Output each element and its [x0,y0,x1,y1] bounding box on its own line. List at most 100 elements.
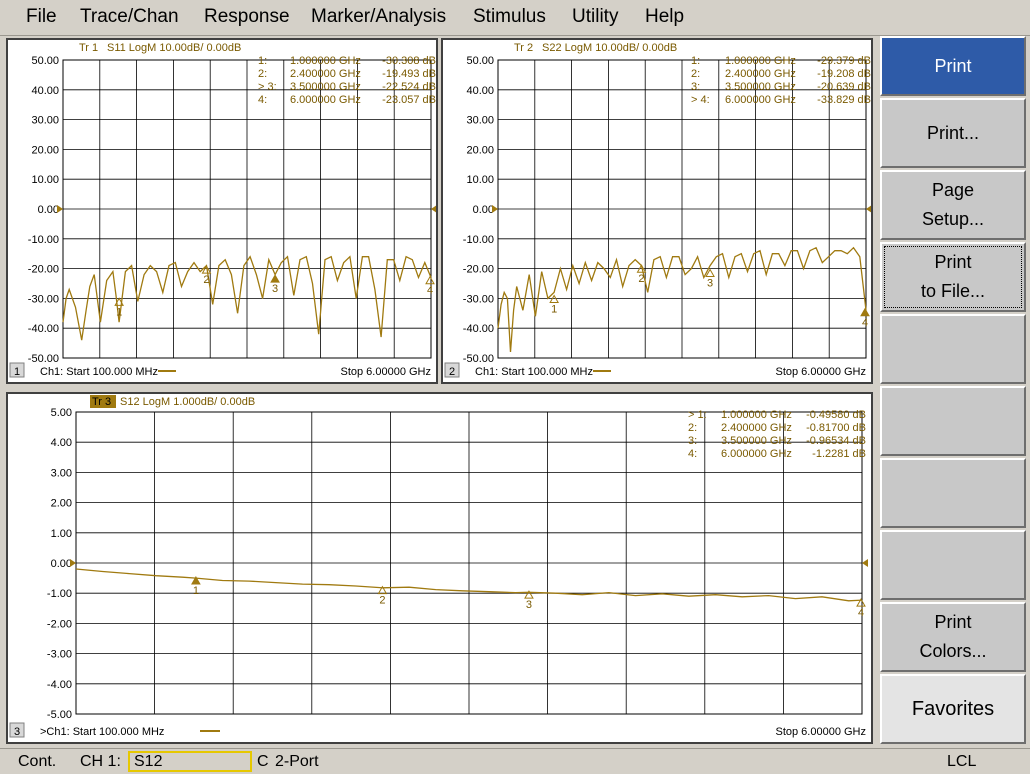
y-tick-label: 0.00 [51,558,72,570]
favorites-button[interactable]: Favorites [880,674,1026,744]
print-button[interactable]: Print [880,36,1026,96]
marker-table-freq: 1.000000 GHz [721,409,792,421]
page-setup-label-1: Page [931,180,975,200]
trace-id: Tr 3 [92,396,111,408]
marker-label: 1 [193,585,199,597]
marker-table-id: 3: [691,81,700,93]
print-to-file-label-1: Print [934,252,972,272]
marker-table-id: 1: [691,55,700,67]
y-tick-label: 4.00 [51,437,72,449]
menu-bar: File Trace/Chan Response Marker/Analysis… [0,0,1030,36]
reference-arrow-right [862,559,868,567]
trace-id: Tr 2 [514,42,533,54]
y-tick-label: 20.00 [31,144,59,156]
y-tick-label: 1.00 [51,528,72,540]
y-tick-label: 2.00 [51,498,72,510]
y-tick-label: -30.00 [463,293,494,305]
sweep-mode[interactable]: Cont. [18,753,56,771]
port-indicator: 2-Port [275,753,319,770]
stop-frequency-label: Stop 6.00000 GHz [775,726,866,738]
marker-table-value: -29.379 dB [817,55,871,67]
y-tick-label: -3.00 [47,649,72,661]
print-label: Print [934,55,972,76]
calibration-indicator: C [257,753,269,770]
menu-response[interactable]: Response [204,6,290,28]
y-tick-label: -40.00 [28,323,59,335]
marker-table-value: -0.96534 dB [806,435,866,447]
marker-label: 2 [203,274,209,286]
window-number: 1 [14,366,20,378]
marker-label: 2 [379,595,385,607]
print-colors-label-2: Colors... [919,641,987,661]
marker-table-freq: 6.000000 GHz [725,94,796,106]
marker-table-id: 4: [688,448,697,460]
print-dialog-button[interactable]: Print... [880,98,1026,168]
window-number: 2 [449,366,455,378]
marker-table-freq: 6.000000 GHz [721,448,792,460]
status-bar: Cont. CH 1: S12 C 2-Port LCL [0,748,1030,774]
y-tick-label: -40.00 [463,323,494,335]
marker-table-id: 3: [688,435,697,447]
trace-title: S12 LogM 1.000dB/ 0.00dB [120,396,255,408]
marker-table-freq: 3.500000 GHz [290,81,361,93]
marker-label: 4 [427,285,433,297]
y-tick-label: 50.00 [31,55,59,67]
reference-arrow-right [431,205,436,213]
marker-table-id: 4: [258,94,267,106]
y-tick-label: -30.00 [28,293,59,305]
charts-area: 50.00 40.00 30.00 20.00 10.00 0.00 -10.00 -20.0… [0,36,876,748]
y-tick-label: -20.00 [28,264,59,276]
y-tick-label: -5.00 [47,709,72,721]
blank-softkey-2[interactable] [880,386,1026,456]
marker-table-freq: 1.000000 GHz [290,55,361,67]
print-colors-button[interactable]: Print Colors... [880,602,1026,672]
menu-marker-analysis[interactable]: Marker/Analysis [311,6,446,28]
y-tick-label: 30.00 [466,115,494,127]
y-tick-label: 40.00 [466,85,494,97]
print-colors-label-1: Print [934,612,972,632]
chart-window-1[interactable]: 50.00 40.00 30.00 20.00 10.00 0.00 -10.00 -20.0… [6,38,438,384]
trace-title: S22 LogM 10.00dB/ 0.00dB [542,42,677,54]
blank-softkey-4[interactable] [880,530,1026,600]
y-tick-label: 10.00 [466,174,494,186]
y-tick-label: -50.00 [28,353,59,365]
active-parameter-field[interactable]: S12 [128,751,252,772]
page-setup-button[interactable]: Page Setup... [880,170,1026,240]
menu-utility[interactable]: Utility [572,6,618,28]
chart-2-svg: 50.00 40.00 30.00 20.00 10.00 0.00 -10.00 -20.0… [444,41,871,378]
marker-label: 1 [551,304,557,316]
marker-table-value: -19.493 dB [382,68,436,80]
marker-table-value: -30.308 dB [382,55,436,67]
menu-file[interactable]: File [26,6,57,28]
marker-label: 4 [862,317,868,329]
marker-table-value: -20.639 dB [817,81,871,93]
marker-table-freq: 1.000000 GHz [725,55,796,67]
y-tick-label: 50.00 [466,55,494,67]
marker-table-id: 1: [258,55,267,67]
blank-softkey-1[interactable] [880,314,1026,384]
y-tick-label: -2.00 [47,618,72,630]
marker-table-freq: 2.400000 GHz [721,422,792,434]
marker-table-value: -19.208 dB [817,68,871,80]
marker-table-id: 2: [258,68,267,80]
y-tick-label: 30.00 [31,115,59,127]
menu-trace-chan[interactable]: Trace/Chan [80,6,179,28]
channel-indicator: CH 1: [80,753,121,770]
marker-table-freq: 6.000000 GHz [290,94,361,106]
marker-table-value: -1.2281 dB [812,448,866,460]
y-tick-label: 5.00 [51,407,72,419]
print-to-file-button[interactable]: Print to File... [880,242,1026,312]
start-frequency-label: >Ch1: Start 100.000 MHz [40,726,164,738]
chart-window-2[interactable]: 50.00 40.00 30.00 20.00 10.00 0.00 -10.00 -20.0… [441,38,873,384]
menu-stimulus[interactable]: Stimulus [473,6,546,28]
remote-indicator: LCL [947,753,977,770]
marker-table-freq: 3.500000 GHz [721,435,792,447]
marker-table-value: -22.524 dB [382,81,436,93]
y-tick-label: 3.00 [51,467,72,479]
menu-help[interactable]: Help [645,6,684,28]
stop-frequency-label: Stop 6.00000 GHz [775,366,866,378]
chart-window-3[interactable]: 5.00 4.00 3.00 2.00 1.00 0.00 -1.00 -2.00 -3.00 -… [6,392,873,744]
blank-softkey-3[interactable] [880,458,1026,528]
marker-table-value: -33.829 dB [817,94,871,106]
y-tick-label: 10.00 [31,174,59,186]
